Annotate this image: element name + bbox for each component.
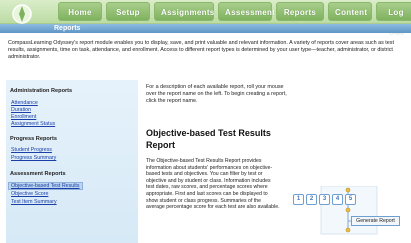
nav-logout[interactable]: Log Out bbox=[376, 2, 411, 36]
nav-content[interactable]: Content bbox=[328, 2, 372, 21]
section-title: Reports bbox=[54, 25, 81, 32]
instructions-text: For a description of each available repo… bbox=[146, 84, 287, 104]
intro-text: CompassLearning Odyssey's report module … bbox=[8, 40, 394, 60]
generate-report-button: Generate Report bbox=[351, 216, 400, 226]
report-link-objective-based-test-results[interactable]: Objective-based Test Results bbox=[8, 182, 83, 190]
section-header-bar: Reports bbox=[0, 24, 411, 33]
report-list-panel: Administration Reports Attendance Durati… bbox=[6, 80, 138, 243]
report-workflow-illustration: 1 2 3 4 5 Generate Report bbox=[289, 186, 407, 236]
report-link-duration[interactable]: Duration bbox=[11, 107, 31, 113]
nav-home[interactable]: Home bbox=[58, 2, 102, 21]
nav-assessment[interactable]: Assessment bbox=[218, 2, 275, 21]
report-link-attendance[interactable]: Attendance bbox=[11, 100, 38, 106]
report-link-assignment-status[interactable]: Assignment Status bbox=[11, 121, 55, 127]
step-2-box: 2 bbox=[306, 194, 317, 205]
group-title-administration: Administration Reports bbox=[10, 88, 73, 94]
report-description: The Objective-based Test Results Report … bbox=[146, 158, 280, 211]
nav-setup[interactable]: Setup bbox=[106, 2, 150, 21]
compass-logo-icon bbox=[12, 4, 32, 24]
step-4-box: 4 bbox=[332, 194, 343, 205]
step-3-box: 3 bbox=[319, 194, 330, 205]
report-link-test-item-summary[interactable]: Test Item Summary bbox=[11, 199, 57, 205]
report-link-enrollment[interactable]: Enrollment bbox=[11, 114, 36, 120]
main-navigation: Home Setup Assignments Assessment Report… bbox=[58, 2, 411, 36]
group-title-progress: Progress Reports bbox=[10, 136, 57, 142]
step-5-box: 5 bbox=[345, 194, 356, 205]
report-link-progress-summary[interactable]: Progress Summary bbox=[11, 155, 56, 161]
top-navigation-band: Home Setup Assignments Assessment Report… bbox=[0, 0, 411, 36]
report-link-objective-score[interactable]: Objective Score bbox=[11, 191, 48, 197]
nav-reports[interactable]: Reports bbox=[276, 2, 324, 21]
step-1-box: 1 bbox=[293, 194, 304, 205]
group-title-assessment: Assessment Reports bbox=[10, 171, 66, 177]
nav-assignments[interactable]: Assignments bbox=[154, 2, 214, 21]
report-title: Objective-based Test Results Report bbox=[146, 128, 271, 150]
report-link-student-progress[interactable]: Student Progress bbox=[11, 147, 52, 153]
